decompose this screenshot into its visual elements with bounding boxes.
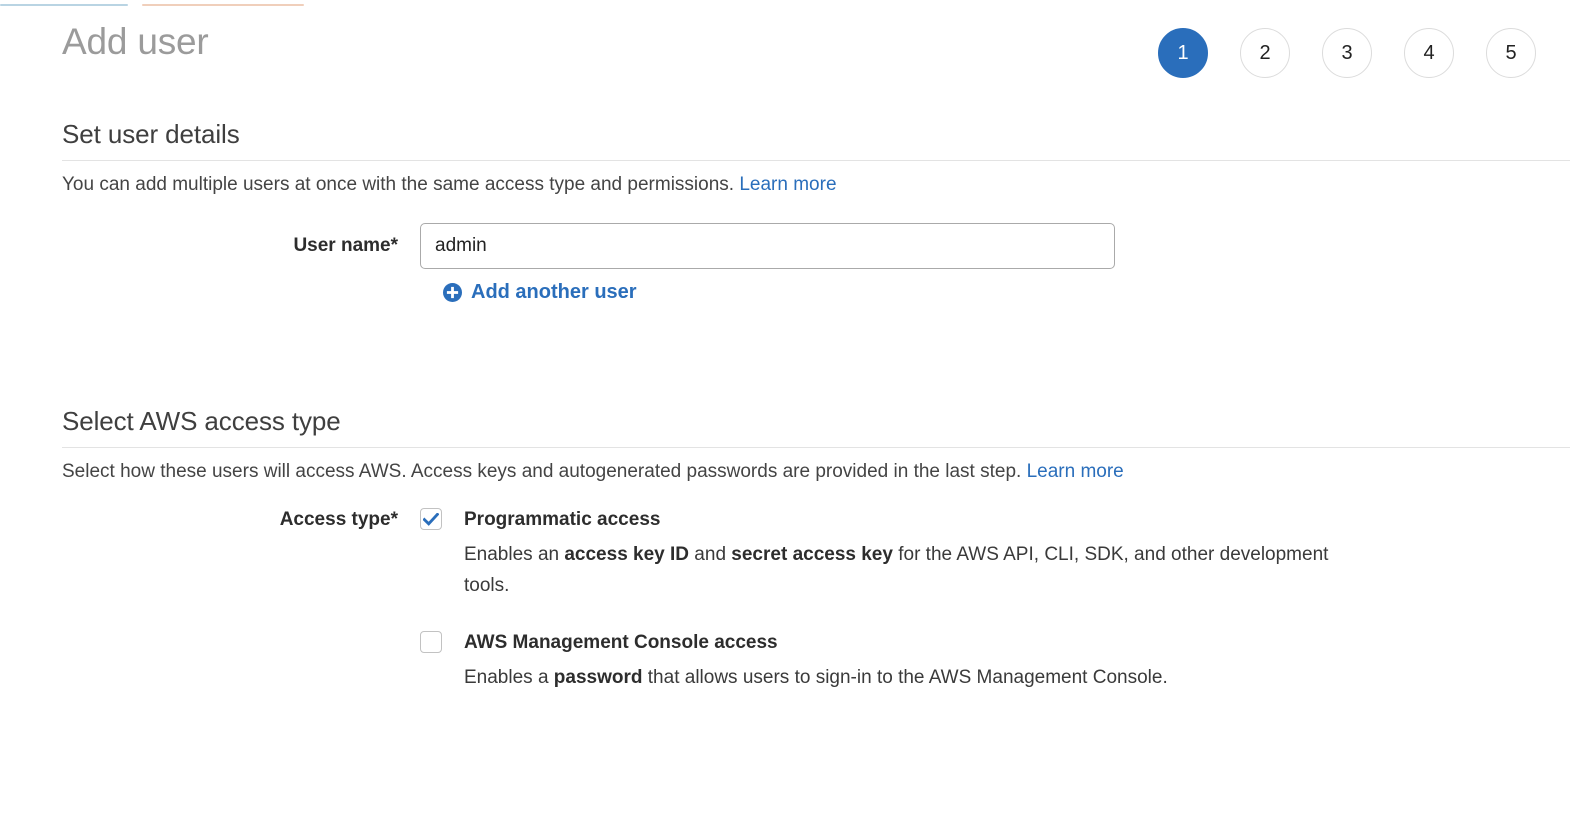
access-type-section: Select AWS access type Select how these …: [0, 405, 1592, 693]
username-form-row: User name*: [0, 223, 1592, 270]
wizard-step-5-label: 5: [1505, 41, 1517, 64]
console-access-description: Enables a password that allows users to …: [464, 667, 1168, 689]
tab-underline-peach: [142, 4, 304, 6]
access-type-heading: Select AWS access type: [62, 406, 341, 436]
wizard-step-4-label: 4: [1423, 41, 1435, 64]
set-user-details-description-text: You can add multiple users at once with …: [62, 173, 735, 195]
programmatic-access-text: Programmatic access Enables an access ke…: [464, 506, 1344, 601]
set-user-details-section: Set user details You can add multiple us…: [0, 118, 1592, 307]
tab-strip: [0, 0, 1592, 8]
set-user-details-description: You can add multiple users at once with …: [62, 173, 1592, 198]
wizard-step-2[interactable]: 2: [1240, 28, 1290, 78]
programmatic-access-description: Enables an access key ID and secret acce…: [464, 544, 1329, 597]
access-type-learn-more-link[interactable]: Learn more: [1027, 461, 1124, 482]
programmatic-access-term-key-id: access key ID: [564, 544, 690, 566]
console-access-text: AWS Management Console access Enables a …: [464, 629, 1168, 693]
console-access-title: AWS Management Console access: [464, 632, 778, 654]
page-header: Add user 1 2 3 4 5: [0, 14, 1592, 90]
set-user-details-learn-more-link[interactable]: Learn more: [739, 174, 836, 195]
console-access-term-password: password: [553, 667, 643, 689]
username-input[interactable]: [420, 223, 1115, 270]
wizard-step-2-label: 2: [1259, 41, 1271, 64]
access-option-console-row: AWS Management Console access Enables a …: [0, 629, 1592, 693]
set-user-details-heading: Set user details: [62, 119, 240, 149]
plus-circle-icon: [443, 283, 462, 303]
wizard-step-indicator: 1 2 3 4 5: [1158, 28, 1536, 78]
wizard-step-1[interactable]: 1: [1158, 28, 1208, 78]
programmatic-access-title: Programmatic access: [464, 509, 661, 531]
add-another-user-button[interactable]: Add another user: [443, 281, 637, 304]
access-type-divider: [62, 446, 1570, 448]
access-option-programmatic-row: Access type* Programmatic access Enables…: [0, 506, 1592, 601]
wizard-step-3[interactable]: 3: [1322, 28, 1372, 78]
tab-underline-blue: [0, 4, 128, 6]
access-type-label: Access type*: [279, 509, 398, 531]
wizard-step-5[interactable]: 5: [1486, 28, 1536, 78]
set-user-details-divider: [62, 159, 1570, 161]
programmatic-access-term-secret-key: secret access key: [731, 544, 893, 566]
programmatic-access-checkbox[interactable]: [420, 508, 442, 531]
add-user-page: Add user 1 2 3 4 5 Set user details You …: [0, 0, 1592, 838]
page-title: Add user: [62, 21, 209, 62]
console-access-checkbox[interactable]: [420, 631, 442, 654]
check-icon: [423, 512, 439, 526]
wizard-step-4[interactable]: 4: [1404, 28, 1454, 78]
wizard-step-3-label: 3: [1341, 41, 1353, 64]
username-label: User name*: [293, 235, 398, 257]
add-another-user-label: Add another user: [471, 281, 637, 304]
access-type-description: Select how these users will access AWS. …: [62, 460, 1592, 485]
wizard-step-1-label: 1: [1177, 41, 1189, 64]
access-type-options: Access type* Programmatic access Enables…: [0, 506, 1592, 693]
access-type-description-text: Select how these users will access AWS. …: [62, 460, 1022, 482]
